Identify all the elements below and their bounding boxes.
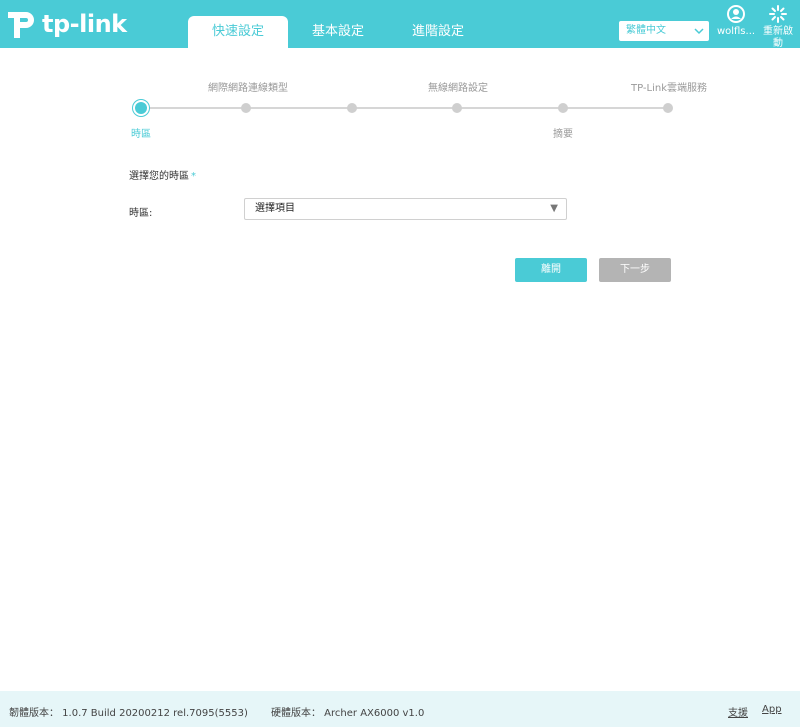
step-dot-summary	[558, 103, 568, 113]
language-value: 繁體中文	[626, 25, 666, 36]
reboot-icon	[769, 5, 787, 23]
main-tabs: 快速設定 基本設定 進階設定	[188, 16, 488, 48]
step-dot-timezone	[135, 102, 147, 114]
chevron-down-icon	[694, 22, 704, 47]
language-select[interactable]: 繁體中文	[619, 21, 709, 41]
tab-basic[interactable]: 基本設定	[288, 16, 388, 48]
stepper-track	[141, 107, 669, 109]
tab-advanced[interactable]: 進階設定	[388, 16, 488, 48]
tab-quick-setup[interactable]: 快速設定	[188, 16, 288, 48]
exit-button[interactable]: 離開	[515, 258, 587, 282]
next-button[interactable]: 下一步	[599, 258, 671, 282]
timezone-value: 選擇項目	[255, 203, 295, 214]
app-link[interactable]: App	[762, 704, 782, 715]
step-dot-internet	[241, 103, 251, 113]
setup-stepper: 網際網路連線類型 無線網路設定 TP-Link雲端服務 時區 摘要	[0, 70, 800, 150]
tp-link-logo: tp-link	[2, 4, 127, 44]
step-label-timezone: 時區	[131, 129, 151, 140]
step-dot-wireless	[452, 103, 462, 113]
top-header: tp-link 快速設定 基本設定 進階設定 繁體中文 wolfls... 重新…	[0, 0, 800, 50]
account-label: wolfls...	[716, 26, 756, 37]
firmware-version: 韌體版本： 1.0.7 Build 20200212 rel.7095(5553…	[9, 708, 248, 719]
account-button[interactable]: wolfls...	[716, 4, 756, 37]
reboot-button[interactable]: 重新啟動	[760, 4, 796, 50]
step-label-summary: 摘要	[553, 129, 573, 140]
timezone-label: 時區:	[129, 208, 153, 219]
dropdown-caret-icon: ▼	[550, 203, 558, 214]
step-label-wireless: 無線網路設定	[428, 83, 488, 94]
timezone-select[interactable]: 選擇項目 ▼	[244, 198, 567, 220]
footer: 韌體版本： 1.0.7 Build 20200212 rel.7095(5553…	[0, 691, 800, 727]
step-label-internet: 網際網路連線類型	[208, 83, 288, 94]
section-title: 選擇您的時區 *	[129, 167, 196, 182]
step-dot-cloud	[663, 103, 673, 113]
hardware-version: 硬體版本： Archer AX6000 v1.0	[271, 708, 425, 719]
required-mark: *	[191, 171, 196, 182]
section-title-text: 選擇您的時區	[129, 171, 189, 182]
cloud-account-icon	[727, 5, 745, 23]
brand-text: tp-link	[42, 10, 127, 38]
step-label-cloud: TP-Link雲端服務	[631, 83, 708, 94]
tp-link-logo-icon	[2, 6, 38, 42]
support-link[interactable]: 支援	[728, 704, 748, 719]
reboot-label: 重新啟動	[763, 26, 793, 49]
step-dot-3	[347, 103, 357, 113]
